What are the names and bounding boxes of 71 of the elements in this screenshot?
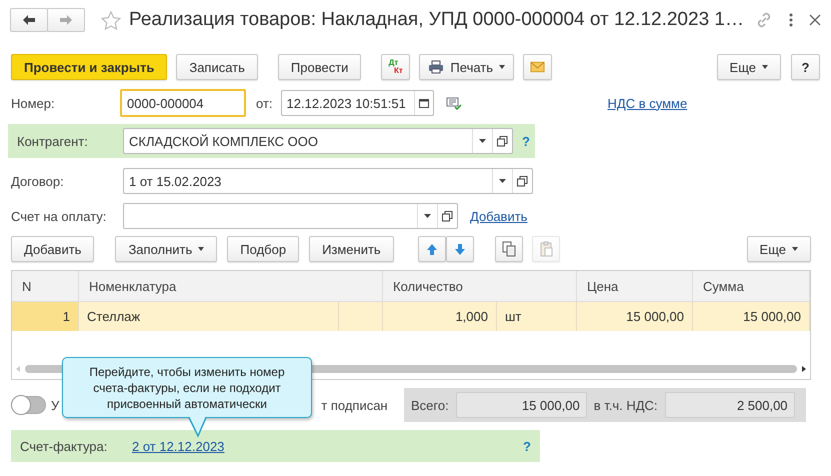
table-cell <box>339 302 383 331</box>
invoice-label: Счет-фактура: <box>20 438 108 454</box>
date-field[interactable]: 12.12.2023 10:51:51 <box>280 90 434 116</box>
open-icon[interactable] <box>497 136 508 146</box>
tooltip-text: Перейдите, чтобы изменить номер счета-фактуры, если не подходит присвоенный автоматически <box>88 364 286 412</box>
toolbar-button[interactable]: Записать <box>176 54 258 80</box>
calendar-icon[interactable] <box>418 98 429 108</box>
back-arrow-icon <box>22 14 36 26</box>
forward-arrow-icon <box>59 14 73 26</box>
copy-icon <box>502 241 516 257</box>
post-and-close-button[interactable]: Провести и закрыть <box>11 54 168 80</box>
vat-label: в т.ч. НДС: <box>594 398 658 412</box>
toggle-label: т подписан <box>321 398 388 412</box>
menu-button[interactable]: Заполнить <box>115 236 218 262</box>
paste-icon <box>538 241 553 257</box>
table-cell: 15 000,00 <box>577 302 693 331</box>
payment-invoice-field[interactable] <box>123 203 458 229</box>
dropdown-icon[interactable] <box>499 179 506 183</box>
column-header: Количество <box>383 271 577 302</box>
table-cell: шт <box>497 302 577 331</box>
dropdown-icon[interactable] <box>479 139 486 143</box>
toolbar-button[interactable]: Изменить <box>309 236 394 262</box>
counterparty-label: Контрагент: <box>17 134 89 148</box>
vat-field: 2 500,00 <box>664 392 795 418</box>
toggle-switch[interactable] <box>11 396 46 414</box>
contract-label: Договор: <box>11 174 65 188</box>
number-label: Номер: <box>11 96 56 110</box>
dropdown-icon[interactable] <box>424 214 431 218</box>
toggle-label: У <box>51 398 60 412</box>
invoice-link[interactable]: 2 от 12.12.2023 <box>132 438 224 454</box>
total-field: 15 000,00 <box>456 392 587 418</box>
toolbar-button[interactable]: Подбор <box>227 236 300 262</box>
toolbar-button[interactable]: Провести <box>278 54 362 80</box>
table-cell: 1 <box>12 302 79 331</box>
debit-credit-button[interactable]: Дт Кт <box>381 54 410 80</box>
star-icon[interactable] <box>101 10 121 30</box>
open-icon[interactable] <box>442 210 453 222</box>
printer-icon <box>428 60 444 74</box>
counterparty-field[interactable]: СКЛАДСКОЙ КОМПЛЕКС ООО <box>123 128 513 154</box>
vat-link[interactable]: НДС в сумме <box>608 96 688 110</box>
back-button[interactable] <box>10 8 48 32</box>
copy-button[interactable] <box>494 236 523 262</box>
payment-invoice-label: Счет на оплату: <box>11 208 108 224</box>
number-field[interactable]: 0000-000004 <box>120 89 246 117</box>
up-arrow-icon <box>426 242 438 256</box>
total-label: Всего: <box>411 398 449 412</box>
column-header: Сумма <box>693 271 810 302</box>
date-label: от: <box>256 96 273 110</box>
close-icon[interactable] <box>809 14 821 26</box>
window-title: Реализация товаров: Накладная, УПД 0000-000004 от 12.12.2023 1… <box>129 9 745 31</box>
down-arrow-icon <box>454 242 466 256</box>
table-cell: 1,000 <box>383 302 497 331</box>
column-header: Цена <box>577 271 693 302</box>
table-cell: 15 000,00 <box>693 302 810 331</box>
open-icon[interactable] <box>517 176 528 186</box>
toolbar-button[interactable]: ? <box>791 54 820 80</box>
envelope-icon <box>530 61 546 73</box>
column-header: N <box>12 271 79 302</box>
contract-field[interactable]: 1 от 15.02.2023 <box>123 168 533 194</box>
toolbar-button[interactable]: Добавить <box>11 236 94 262</box>
column-header: Номенклатура <box>79 271 383 302</box>
scroll-right-icon[interactable] <box>801 366 806 372</box>
menu-button[interactable]: Еще <box>746 236 811 262</box>
more-icon[interactable] <box>789 13 793 27</box>
move-down-button[interactable] <box>446 236 474 262</box>
table-cell: Стеллаж <box>79 302 339 331</box>
document-check-icon[interactable] <box>446 96 462 110</box>
menu-button[interactable]: Еще <box>716 54 781 80</box>
move-up-button[interactable] <box>418 236 446 262</box>
add-link[interactable]: Добавить <box>470 208 528 224</box>
print-button[interactable]: Печать <box>419 54 514 80</box>
